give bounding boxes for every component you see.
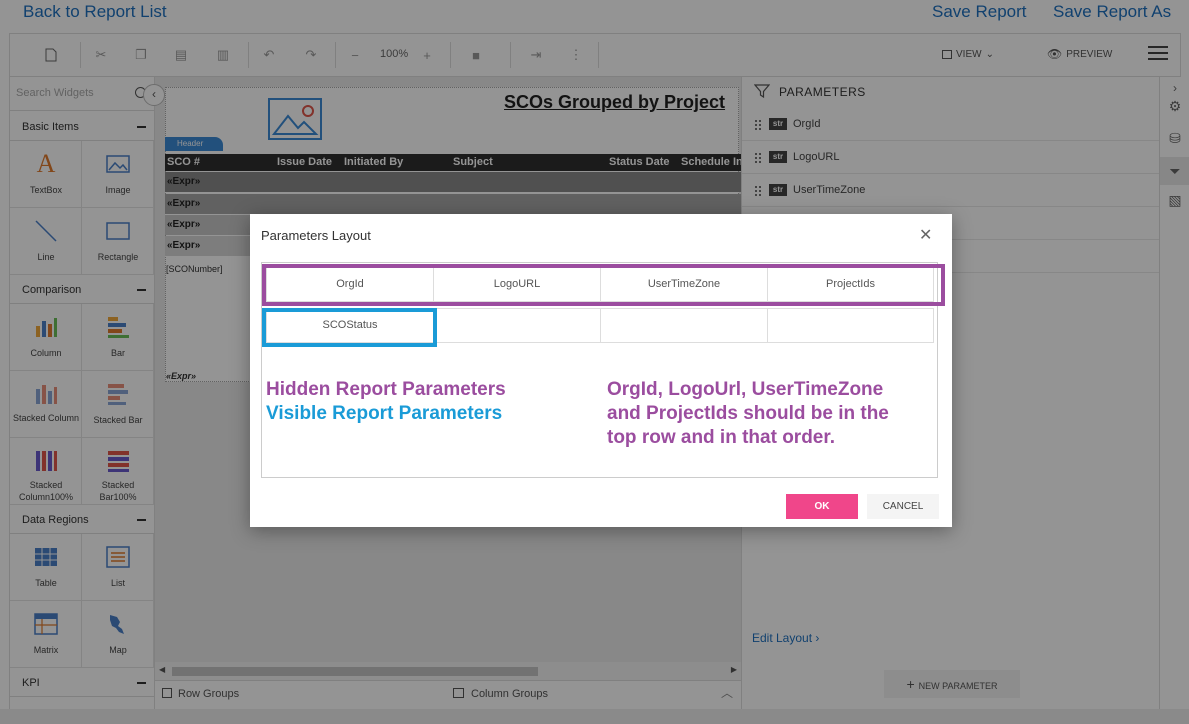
hidden-params-annotation: Hidden Report Parameters — [266, 379, 506, 400]
dialog-title: Parameters Layout — [261, 228, 371, 243]
hidden-params-highlight — [262, 264, 945, 306]
order-note-line: OrgId, LogoUrl, UserTimeZone — [607, 379, 884, 400]
order-note-line: top row and in that order. — [607, 427, 835, 448]
grid-cell[interactable] — [433, 308, 601, 343]
visible-params-highlight — [262, 308, 437, 347]
order-note-line: and ProjectIds should be in the — [607, 403, 889, 424]
grid-cell[interactable] — [600, 308, 768, 343]
close-icon[interactable]: ✕ — [919, 225, 932, 245]
parameters-layout-dialog: Parameters Layout ✕ OrgId LogoURL UserTi… — [250, 214, 952, 527]
visible-params-annotation: Visible Report Parameters — [266, 403, 503, 424]
grid-cell[interactable] — [767, 308, 934, 343]
ok-button[interactable]: OK — [786, 494, 858, 519]
cancel-button[interactable]: CANCEL — [867, 494, 939, 519]
